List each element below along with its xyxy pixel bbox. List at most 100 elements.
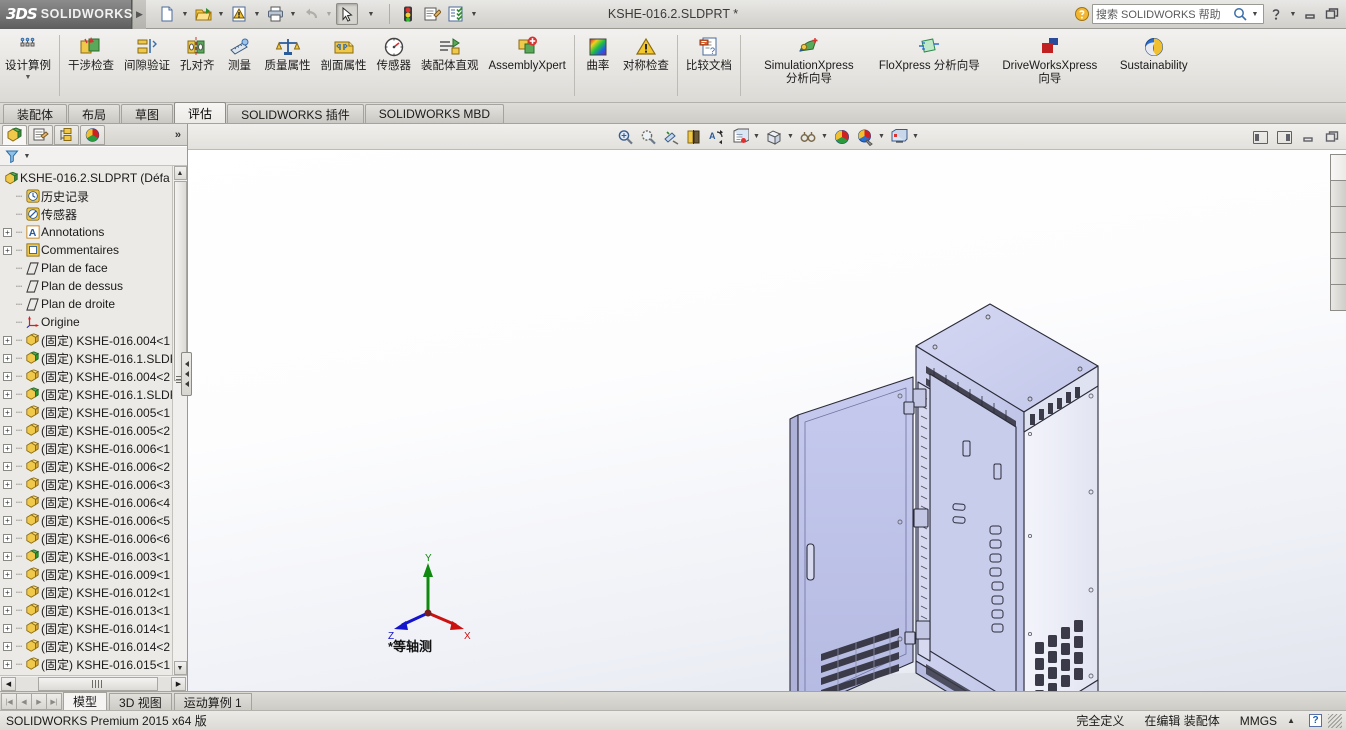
minimize-button[interactable] — [1300, 4, 1320, 24]
ribbon-item-simulationxpress[interactable]: SimulationXpress 分析向导 — [744, 31, 874, 87]
tree-expand-icon[interactable]: + — [3, 516, 12, 525]
tree-item[interactable]: +┄(固定) KSHE-016.006<5 — [0, 511, 172, 529]
scroll-down-arrow-icon[interactable]: ▼ — [174, 661, 187, 675]
units-caret-icon[interactable]: ▲ — [1287, 716, 1295, 725]
ribbon-item-sustainability[interactable]: Sustainability — [1115, 31, 1193, 74]
tree-expand-icon[interactable]: + — [3, 372, 12, 381]
tree-expand-icon[interactable]: + — [3, 570, 12, 579]
help-button[interactable] — [1266, 4, 1286, 24]
ribbon-item-mass-properties[interactable]: 质量属性 — [260, 31, 316, 74]
tree-expand-icon[interactable]: + — [3, 426, 12, 435]
tab-assembly[interactable]: 装配体 — [3, 104, 67, 123]
scrollbar-thumb[interactable] — [174, 181, 187, 381]
menu-expand-arrow-icon[interactable]: ▶ — [132, 0, 146, 29]
tree-item[interactable]: +┄(固定) KSHE-016.004<2 — [0, 367, 172, 385]
tree-expand-icon[interactable]: + — [3, 642, 12, 651]
tree-item[interactable]: ┄Origine — [0, 313, 172, 331]
ribbon-item-design-study[interactable]: 设计算例 ▼ — [0, 31, 56, 82]
display-manager-tab[interactable] — [80, 125, 105, 145]
search-caret-icon[interactable]: ▼ — [1250, 11, 1260, 18]
rebuild-status-indicator[interactable] — [397, 3, 419, 25]
tree-vertical-scrollbar[interactable]: ▲ ▼ — [172, 166, 187, 675]
ribbon-item-hole-alignment[interactable]: 孔对齐 — [175, 31, 220, 74]
tree-item[interactable]: +┄(固定) KSHE-016.003<1 — [0, 547, 172, 565]
tree-horizontal-scrollbar[interactable]: ◀ ▶ — [0, 675, 187, 691]
status-help-badge[interactable]: ? — [1309, 714, 1322, 727]
tree-expand-icon[interactable]: + — [3, 534, 12, 543]
tree-item[interactable]: +┄(固定) KSHE-016.1.SLDF — [0, 385, 172, 403]
bottom-tab-3d-views[interactable]: 3D 视图 — [109, 693, 172, 710]
tree-item[interactable]: +┄Commentaires — [0, 241, 172, 259]
bottom-tab-model[interactable]: 模型 — [63, 692, 107, 710]
tree-item[interactable]: +┄(固定) KSHE-016.006<1 — [0, 439, 172, 457]
tree-item[interactable]: ┄Plan de dessus — [0, 277, 172, 295]
feature-manager-tab[interactable] — [2, 125, 27, 145]
rebuild-caret-icon[interactable]: ▼ — [252, 11, 262, 18]
tree-item[interactable]: +┄(固定) KSHE-016.009<1 — [0, 565, 172, 583]
select-tool-caret-button[interactable]: ▼ — [360, 3, 382, 25]
task-pane-resources-tab[interactable] — [1330, 154, 1346, 181]
tree-filter-row[interactable]: ▼ — [0, 146, 187, 166]
next-tab-button[interactable]: ▶ — [31, 693, 47, 710]
design-study-caret-icon[interactable]: ▼ — [25, 74, 32, 81]
scroll-left-arrow-icon[interactable]: ◀ — [1, 677, 16, 691]
task-pane-design-library-tab[interactable] — [1330, 180, 1346, 207]
search-help-box[interactable]: 搜索 SOLIDWORKS 帮助 ▼ — [1092, 4, 1264, 24]
ribbon-item-compare-documents[interactable]: ? 比较文档 — [681, 31, 737, 74]
tree-item[interactable]: +┄(固定) KSHE-016.006<4 — [0, 493, 172, 511]
options-button[interactable] — [445, 3, 467, 25]
filter-caret-icon[interactable]: ▼ — [22, 153, 32, 160]
tree-item[interactable]: +┄(固定) KSHE-016.015<1 — [0, 655, 172, 673]
restore-button[interactable] — [1322, 4, 1342, 24]
tab-layout[interactable]: 布局 — [68, 104, 120, 123]
ribbon-item-clearance-verify[interactable]: 间隙验证 — [119, 31, 175, 74]
tree-expand-icon[interactable]: + — [3, 462, 12, 471]
ribbon-item-interference-check[interactable]: 干涉检查 — [63, 31, 119, 74]
tree-item[interactable]: ┄Plan de face — [0, 259, 172, 277]
tab-sketch[interactable]: 草图 — [121, 104, 173, 123]
ribbon-item-symmetry-check[interactable]: 对称检查 — [618, 31, 674, 74]
hscroll-track[interactable] — [16, 677, 171, 691]
tree-item[interactable]: +┄(固定) KSHE-016.014<1 — [0, 619, 172, 637]
tree-item[interactable]: +┄(固定) KSHE-016.005<2 — [0, 421, 172, 439]
ribbon-item-assembly-visualization[interactable]: 装配体直观 — [416, 31, 484, 74]
tree-expand-icon[interactable]: + — [3, 408, 12, 417]
tree-item[interactable]: +┄(固定) KSHE-016.006<2 — [0, 457, 172, 475]
ribbon-item-section-properties[interactable]: 剖面属性 — [316, 31, 372, 74]
ribbon-item-assembly-xpert[interactable]: AssemblyXpert — [484, 31, 571, 74]
new-document-button[interactable] — [156, 3, 178, 25]
tree-expand-icon[interactable]: + — [3, 390, 12, 399]
tree-expand-icon[interactable]: + — [3, 588, 12, 597]
tree-item[interactable]: +┄(固定) KSHE-016.004<1 — [0, 331, 172, 349]
first-tab-button[interactable]: |◀ — [1, 693, 17, 710]
tree-expand-icon[interactable]: + — [3, 606, 12, 615]
ribbon-item-sensor[interactable]: 传感器 — [372, 31, 417, 74]
ribbon-item-driveworksxpress[interactable]: DriveWorksXpress 向导 — [985, 31, 1115, 87]
status-units[interactable]: MMGS — [1230, 714, 1287, 728]
tree-expand-icon[interactable]: + — [3, 498, 12, 507]
task-pane-view-palette-tab[interactable] — [1330, 232, 1346, 259]
rebuild-button[interactable] — [228, 3, 250, 25]
options-caret-icon[interactable]: ▼ — [469, 11, 479, 18]
tree-expand-icon[interactable]: + — [3, 336, 12, 345]
help-caret-icon[interactable]: ▼ — [1288, 11, 1298, 18]
select-tool-button[interactable] — [336, 3, 358, 25]
bottom-tab-motion-study[interactable]: 运动算例 1 — [174, 693, 252, 710]
configuration-manager-tab[interactable] — [54, 125, 79, 145]
print-button[interactable] — [264, 3, 286, 25]
tree-item[interactable]: +┄(固定) KSHE-016.013<1 — [0, 601, 172, 619]
scroll-right-arrow-icon[interactable]: ▶ — [171, 677, 186, 691]
tab-evaluate[interactable]: 评估 — [174, 102, 226, 123]
undo-caret-icon[interactable]: ▼ — [324, 11, 334, 18]
tree-expand-icon[interactable]: + — [3, 354, 12, 363]
print-caret-icon[interactable]: ▼ — [288, 11, 298, 18]
tree-item[interactable]: +┄(固定) KSHE-016.012<1 — [0, 583, 172, 601]
cabinet-model-3d[interactable] — [188, 134, 1338, 691]
solidworks-logo[interactable]: 3DS SOLIDWORKS — [0, 0, 132, 29]
task-pane-custom-properties-tab[interactable] — [1330, 284, 1346, 311]
property-manager-tab[interactable] — [28, 125, 53, 145]
manager-tabs-overflow[interactable]: » — [175, 129, 187, 141]
graphics-area[interactable]: A ▼ ▼ ▼ ▼ — [188, 124, 1346, 691]
pane-splitter-handle[interactable] — [181, 352, 192, 396]
task-pane-file-explorer-tab[interactable] — [1330, 206, 1346, 233]
